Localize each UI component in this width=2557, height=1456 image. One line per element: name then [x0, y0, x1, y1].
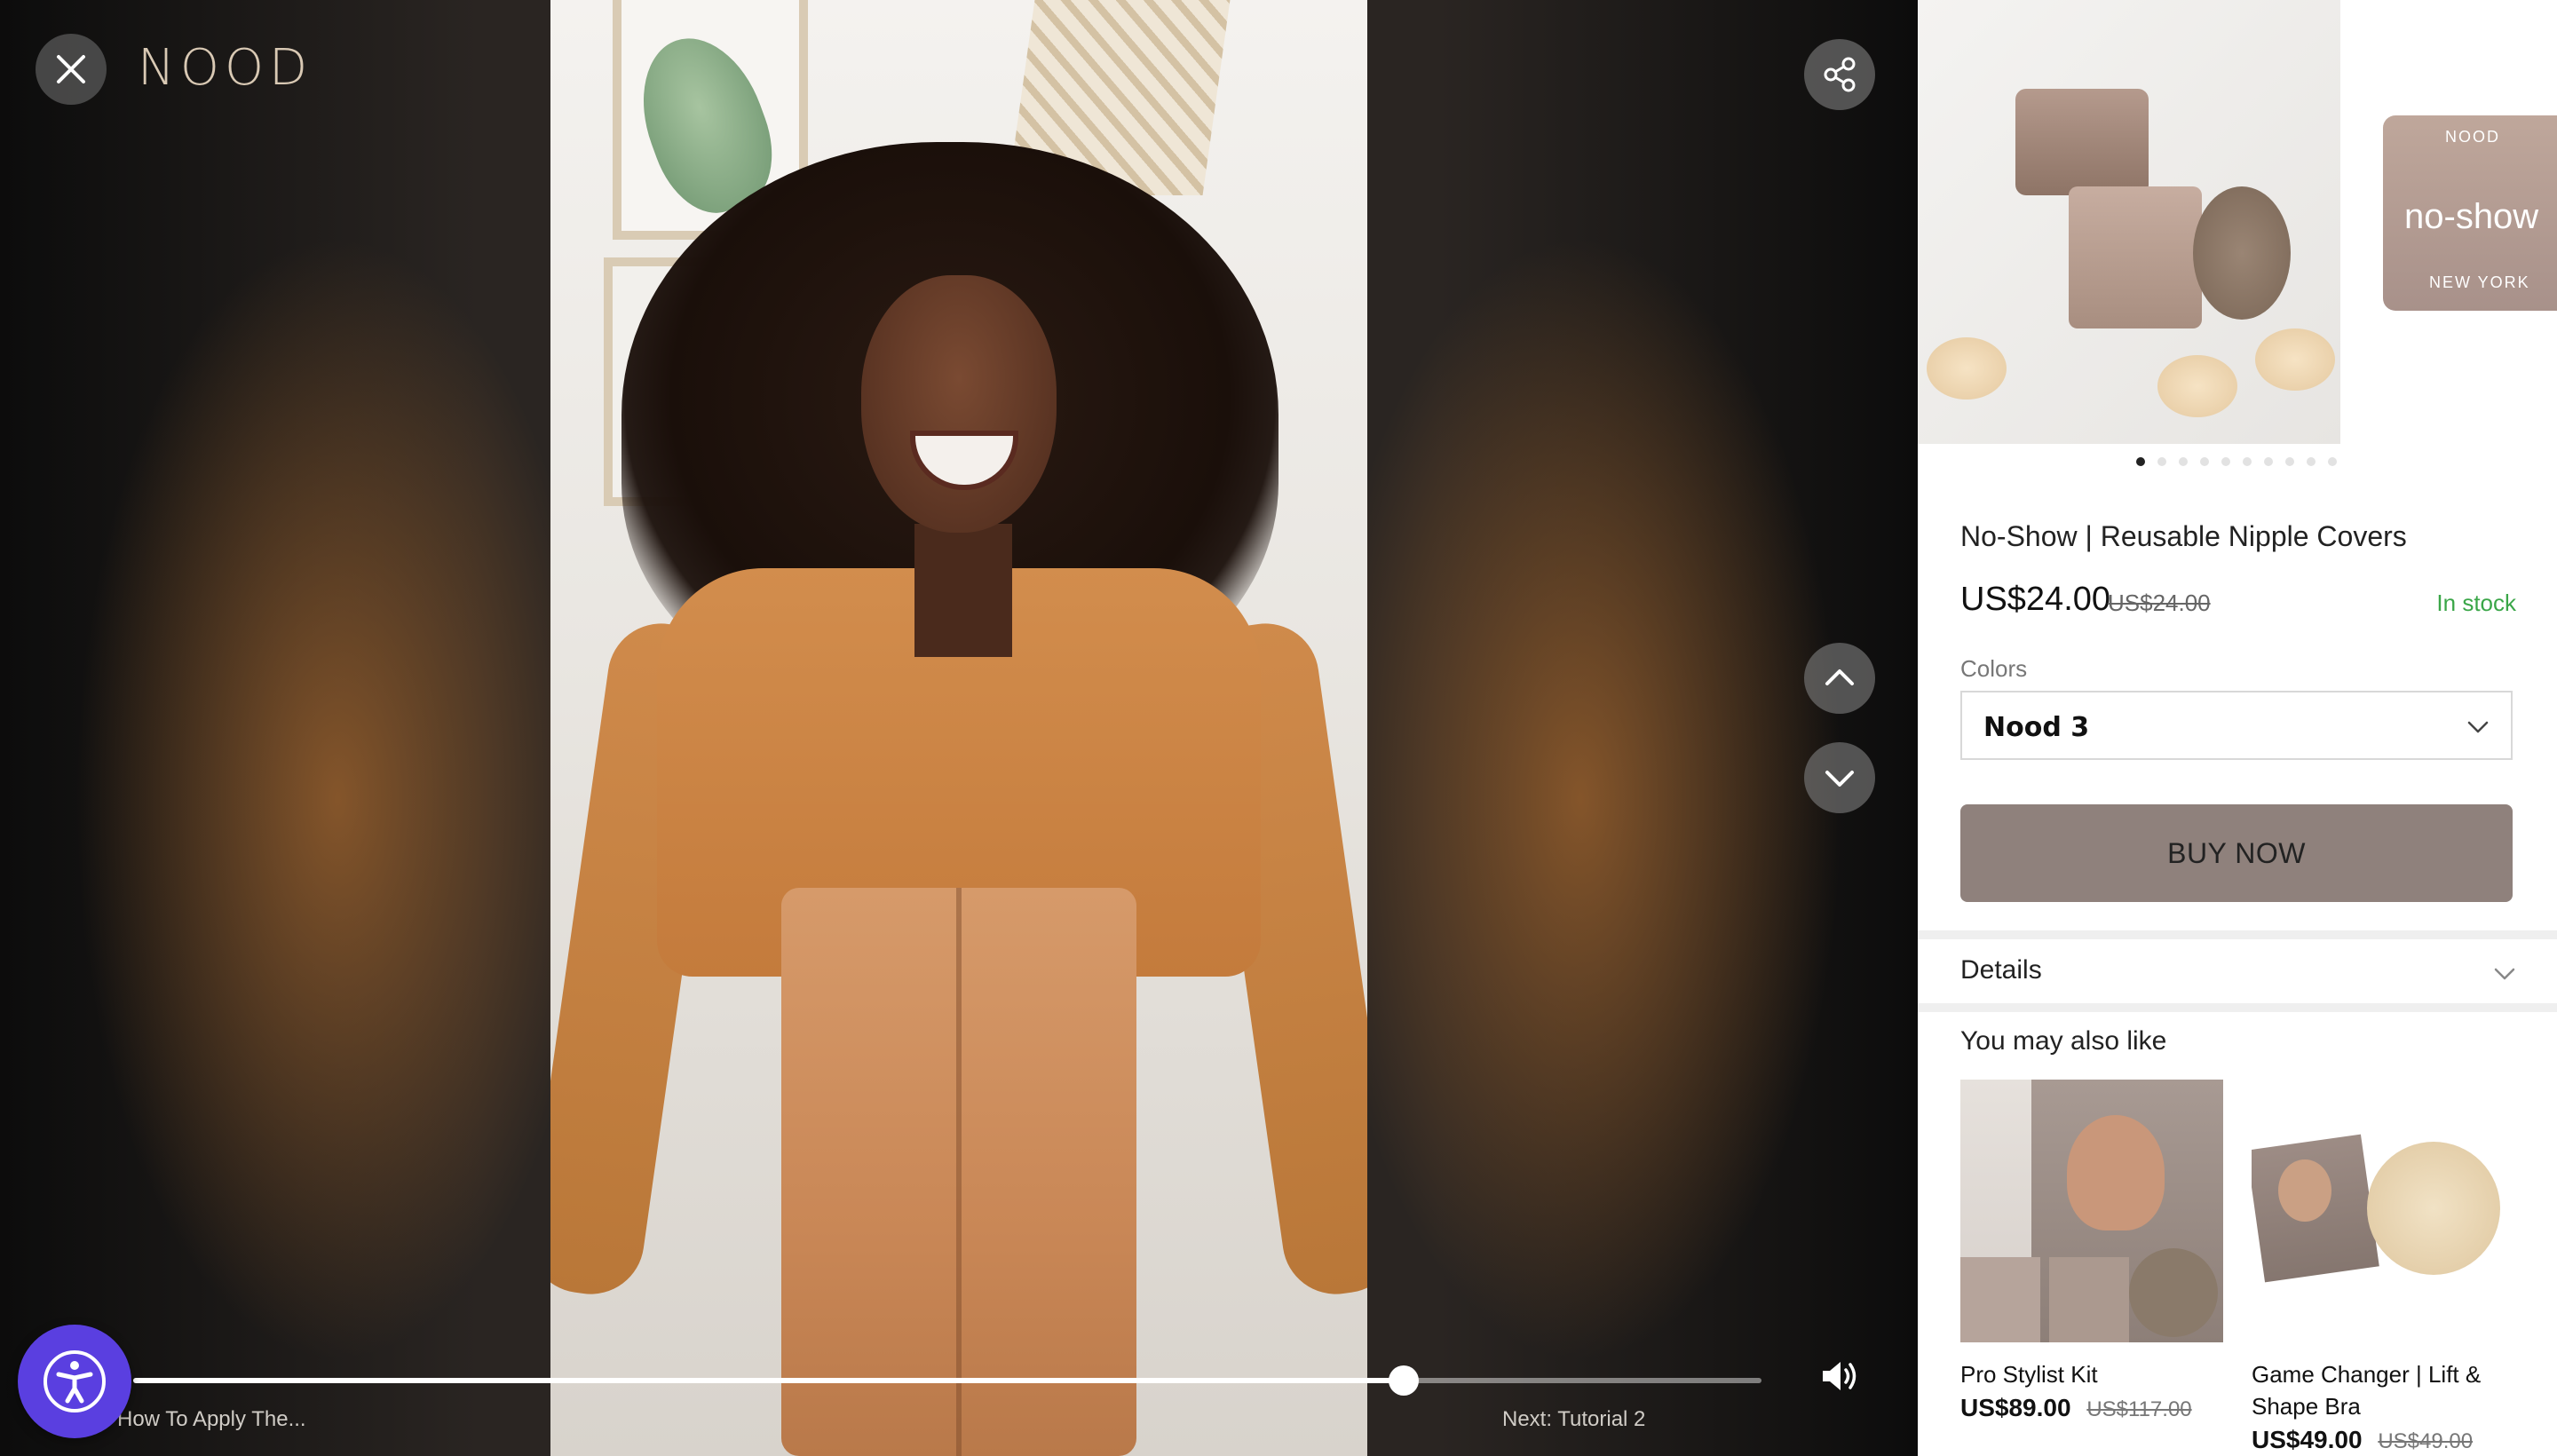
next-video-button[interactable]: [1804, 742, 1875, 813]
gallery-dot[interactable]: [2179, 457, 2188, 466]
product-gallery[interactable]: NOOD no-show NEW YORK: [1918, 0, 2557, 444]
petal-image: [2157, 355, 2237, 417]
accessibility-icon: [44, 1350, 106, 1412]
presenter-neck: [914, 524, 1012, 657]
previous-video-label[interactable]: How To Apply The...: [117, 1407, 306, 1432]
product-price: US$24.00: [1960, 581, 2111, 618]
chevron-down-icon: [2467, 721, 2489, 733]
recommendation-name[interactable]: Pro Stylist Kit: [1960, 1358, 2223, 1390]
recommendation-price: US$49.00: [2252, 1426, 2363, 1453]
recommendation-price-row: US$49.00 US$49.00: [2252, 1426, 2514, 1454]
volume-button[interactable]: [1804, 1341, 1875, 1412]
gallery-dot[interactable]: [2136, 457, 2145, 466]
recommendation-compare-price: US$117.00: [2086, 1397, 2192, 1421]
recommendation-compare-price: US$49.00: [2378, 1429, 2474, 1453]
product-panel: NOOD no-show NEW YORK No-Show | Reusable…: [1918, 0, 2557, 1456]
previous-video-button[interactable]: [1804, 643, 1875, 714]
section-divider: [1918, 930, 2557, 939]
volume-icon: [1823, 1362, 1856, 1390]
color-select-value: Nood 3: [1983, 712, 2090, 743]
chevron-down-icon: [2494, 968, 2515, 980]
gallery-dot[interactable]: [2243, 457, 2252, 466]
chevron-down-icon: [1825, 771, 1854, 787]
recommendation-image[interactable]: [2252, 1080, 2514, 1342]
color-select[interactable]: Nood 3: [1960, 691, 2513, 760]
tin-image: [2069, 186, 2202, 328]
gallery-dot[interactable]: [2285, 457, 2294, 466]
next-video-label[interactable]: Next: Tutorial 2: [1502, 1407, 1645, 1432]
stock-status: In stock: [2436, 590, 2516, 616]
video-progress-fill: [133, 1378, 1404, 1383]
gallery-dot[interactable]: [2328, 457, 2337, 466]
gallery-dot[interactable]: [2200, 457, 2209, 466]
tin-lid-image: [2193, 186, 2291, 320]
tin-image: [2015, 89, 2149, 195]
petal-image: [2255, 328, 2335, 391]
gallery-dot[interactable]: [2307, 457, 2316, 466]
tin-brand-text: NOOD: [2445, 128, 2500, 146]
product-image-next[interactable]: NOOD no-show NEW YORK: [2383, 115, 2557, 311]
recommendation-price: US$89.00: [1960, 1394, 2071, 1421]
petal-image: [1927, 337, 2007, 400]
gallery-dot[interactable]: [2264, 457, 2273, 466]
presenter-face: [861, 275, 1057, 533]
video-frame[interactable]: [550, 0, 1367, 1456]
corset-seam: [956, 888, 962, 1456]
product-image-main[interactable]: [1918, 0, 2340, 444]
chevron-up-icon: [1825, 669, 1854, 685]
section-divider: [1918, 1003, 2557, 1012]
colors-label: Colors: [1960, 655, 2028, 682]
recommendation-name[interactable]: Game Changer | Lift & Shape Bra: [2252, 1358, 2514, 1422]
gallery-pagination[interactable]: [1918, 455, 2557, 471]
share-icon: [1824, 57, 1856, 92]
recommendations-heading: You may also like: [1960, 1026, 2167, 1056]
details-accordion[interactable]: Details: [1918, 941, 2557, 1012]
buy-now-button[interactable]: BUY NOW: [1960, 804, 2513, 902]
product-compare-price: US$24.00: [2108, 590, 2211, 616]
gallery-dot[interactable]: [2157, 457, 2166, 466]
product-title: No-Show | Reusable Nipple Covers: [1960, 520, 2407, 552]
close-icon: [57, 55, 85, 83]
details-label: Details: [1960, 955, 2042, 985]
recommendation-card[interactable]: Pro Stylist Kit US$89.00 US$117.00: [1960, 1080, 2223, 1422]
recommendation-card[interactable]: Game Changer | Lift & Shape Bra US$49.00…: [2252, 1080, 2514, 1454]
gallery-dot[interactable]: [2221, 457, 2230, 466]
tin-city-text: NEW YORK: [2429, 273, 2530, 291]
recommendation-image[interactable]: [1960, 1080, 2223, 1342]
video-progress-bar[interactable]: [133, 1365, 1761, 1396]
brand-logo: NOOD: [138, 39, 313, 97]
close-button[interactable]: [36, 34, 107, 105]
accessibility-button[interactable]: [18, 1325, 131, 1438]
tin-name-text: no-show: [2404, 197, 2539, 236]
share-button[interactable]: [1804, 39, 1875, 110]
recommendation-price-row: US$89.00 US$117.00: [1960, 1394, 2223, 1422]
video-stage: NOOD How To Apply The... Next: Tutorial …: [0, 0, 1918, 1456]
video-progress-handle[interactable]: [1388, 1365, 1419, 1396]
